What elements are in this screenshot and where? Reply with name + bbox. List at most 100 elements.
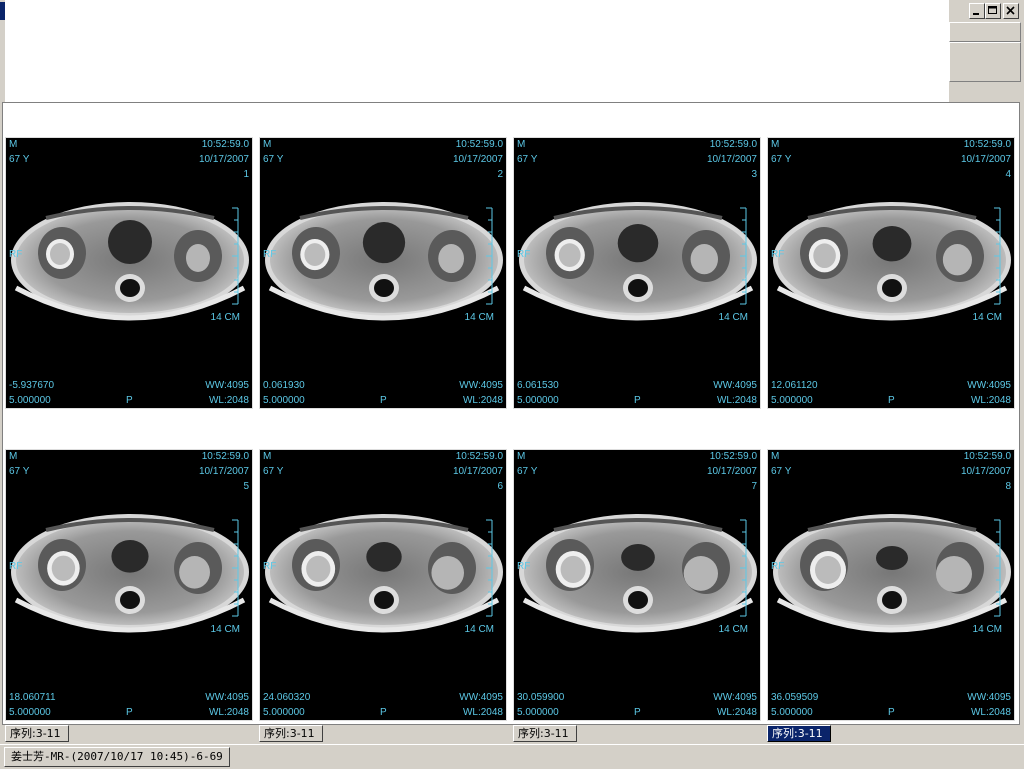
viewport-sex: M — [263, 451, 272, 462]
viewport-scale-label: 14 CM — [464, 624, 494, 635]
viewport-orientation-bottom: P — [888, 395, 895, 406]
viewport-date: 10/17/2007 — [452, 154, 503, 165]
study-bar: 姜士芳-MR-(2007/10/17 10:45)-6-69 — [0, 744, 1024, 769]
scale-ruler-icon — [232, 519, 239, 617]
viewport-window-width: WW:4095 — [205, 380, 249, 391]
viewport-age: 67 Y — [263, 466, 284, 477]
mri-viewport[interactable]: M 67 Y 10:52:59.0 10/17/2007 5 RF 14 CM 18.0607… — [5, 449, 253, 721]
viewport-orientation-bottom: P — [634, 707, 641, 718]
row-header-strip — [7, 409, 1019, 445]
viewport-orientation: RF — [517, 249, 531, 260]
toolbar-area — [949, 22, 1024, 104]
viewport-date: 10/17/2007 — [706, 154, 757, 165]
row-header-strip — [7, 103, 1019, 139]
viewport-sex: M — [9, 451, 18, 462]
viewport-time: 10:52:59.0 — [963, 139, 1011, 150]
viewport-slice-position: 30.059900 — [517, 692, 565, 703]
viewport-window-level: WL:2048 — [716, 707, 757, 718]
viewport-age: 67 Y — [263, 154, 284, 165]
viewport-slice-thickness: 5.000000 — [263, 707, 305, 718]
viewport-time: 10:52:59.0 — [709, 139, 757, 150]
mri-viewport[interactable]: M 67 Y 10:52:59.0 10/17/2007 1 RF 14 CM -5.9376… — [5, 137, 253, 409]
series-tab[interactable]: 序列:3-11 — [5, 725, 69, 742]
window-controls — [969, 3, 1020, 20]
viewport-slice-thickness: 5.000000 — [771, 395, 813, 406]
viewport-orientation-bottom: P — [634, 395, 641, 406]
minimize-icon[interactable] — [969, 3, 985, 19]
series-tab[interactable]: 序列:3-11 — [513, 725, 577, 742]
viewport-scale-label: 14 CM — [972, 624, 1002, 635]
viewport-window-width: WW:4095 — [713, 380, 757, 391]
viewport-orientation: RF — [9, 249, 23, 260]
viewport-orientation: RF — [263, 561, 277, 572]
viewport-slice-position: 6.061530 — [517, 380, 559, 391]
viewport-orientation: RF — [9, 561, 23, 572]
toolbar-button-2[interactable] — [949, 42, 1021, 82]
viewport-time: 10:52:59.0 — [201, 451, 249, 462]
mri-viewport[interactable]: M 67 Y 10:52:59.0 10/17/2007 6 RF 14 CM 24.0603… — [259, 449, 507, 721]
viewport-slice-position: 12.061120 — [771, 380, 818, 391]
viewport-date: 10/17/2007 — [198, 154, 249, 165]
viewport-slice-thickness: 5.000000 — [9, 395, 51, 406]
viewport-slice-position: 36.059509 — [771, 692, 819, 703]
viewport-slice-position: 24.060320 — [263, 692, 311, 703]
viewport-slice-thickness: 5.000000 — [771, 707, 813, 718]
viewport-time: 10:52:59.0 — [201, 139, 249, 150]
mri-viewport[interactable]: M 67 Y 10:52:59.0 10/17/2007 4 RF 14 CM 12.0611… — [767, 137, 1015, 409]
series-tab[interactable]: 序列:3-11 — [259, 725, 323, 742]
viewport-orientation: RF — [263, 249, 277, 260]
toolbar-button-1[interactable] — [949, 22, 1021, 42]
viewport-scale-label: 14 CM — [464, 312, 494, 323]
viewport-date: 10/17/2007 — [452, 466, 503, 477]
viewport-scale-label: 14 CM — [210, 312, 240, 323]
viewport-age: 67 Y — [517, 466, 538, 477]
viewport-window-level: WL:2048 — [462, 395, 503, 406]
mri-viewport[interactable]: M 67 Y 10:52:59.0 10/17/2007 7 RF 14 CM 30.0599… — [513, 449, 761, 721]
viewport-scale-label: 14 CM — [972, 312, 1002, 323]
viewport-window-width: WW:4095 — [205, 692, 249, 703]
viewport-sex: M — [771, 451, 780, 462]
viewport-sex: M — [771, 139, 780, 150]
viewport-orientation: RF — [517, 561, 531, 572]
viewport-window-width: WW:4095 — [967, 692, 1011, 703]
scale-ruler-icon — [740, 519, 747, 617]
viewport-orientation-bottom: P — [126, 707, 133, 718]
series-tab[interactable]: 序列:3-11 — [767, 725, 831, 742]
viewport-orientation: RF — [771, 561, 785, 572]
viewport-orientation-bottom: P — [888, 707, 895, 718]
scale-ruler-icon — [740, 207, 747, 305]
mri-viewport[interactable]: M 67 Y 10:52:59.0 10/17/2007 2 RF 14 CM 0.06193… — [259, 137, 507, 409]
viewport-index: 1 — [243, 169, 249, 180]
viewport-index: 2 — [497, 169, 503, 180]
viewport-time: 10:52:59.0 — [455, 451, 503, 462]
viewport-slice-thickness: 5.000000 — [9, 707, 51, 718]
study-tab[interactable]: 姜士芳-MR-(2007/10/17 10:45)-6-69 — [4, 747, 230, 767]
viewport-date: 10/17/2007 — [706, 466, 757, 477]
viewport-window-width: WW:4095 — [967, 380, 1011, 391]
viewport-sex: M — [517, 451, 526, 462]
viewport-scale-label: 14 CM — [718, 312, 748, 323]
viewport-age: 67 Y — [517, 154, 538, 165]
viewport-window-width: WW:4095 — [713, 692, 757, 703]
mri-viewport[interactable]: M 67 Y 10:52:59.0 10/17/2007 3 RF 14 CM 6.06153… — [513, 137, 761, 409]
viewport-date: 10/17/2007 — [198, 466, 249, 477]
viewport-window-level: WL:2048 — [716, 395, 757, 406]
viewport-slice-position: -5.937670 — [9, 380, 55, 391]
viewport-orientation-bottom: P — [126, 395, 133, 406]
viewport-window-width: WW:4095 — [459, 380, 503, 391]
viewport-slice-thickness: 5.000000 — [517, 395, 559, 406]
viewport-scale-label: 14 CM — [210, 624, 240, 635]
viewport-index: 7 — [751, 481, 757, 492]
viewport-index: 6 — [497, 481, 503, 492]
scale-ruler-icon — [232, 207, 239, 305]
close-icon[interactable] — [1003, 3, 1019, 19]
viewport-index: 8 — [1005, 481, 1011, 492]
mri-viewport[interactable]: M 67 Y 10:52:59.0 10/17/2007 8 RF 14 CM 36.0595… — [767, 449, 1015, 721]
viewport-window-width: WW:4095 — [459, 692, 503, 703]
viewport-sex: M — [517, 139, 526, 150]
viewport-sex: M — [9, 139, 18, 150]
viewport-window-level: WL:2048 — [208, 707, 249, 718]
maximize-icon[interactable] — [985, 3, 1001, 19]
viewport-slice-position: 0.061930 — [263, 380, 305, 391]
viewport-date: 10/17/2007 — [960, 154, 1011, 165]
